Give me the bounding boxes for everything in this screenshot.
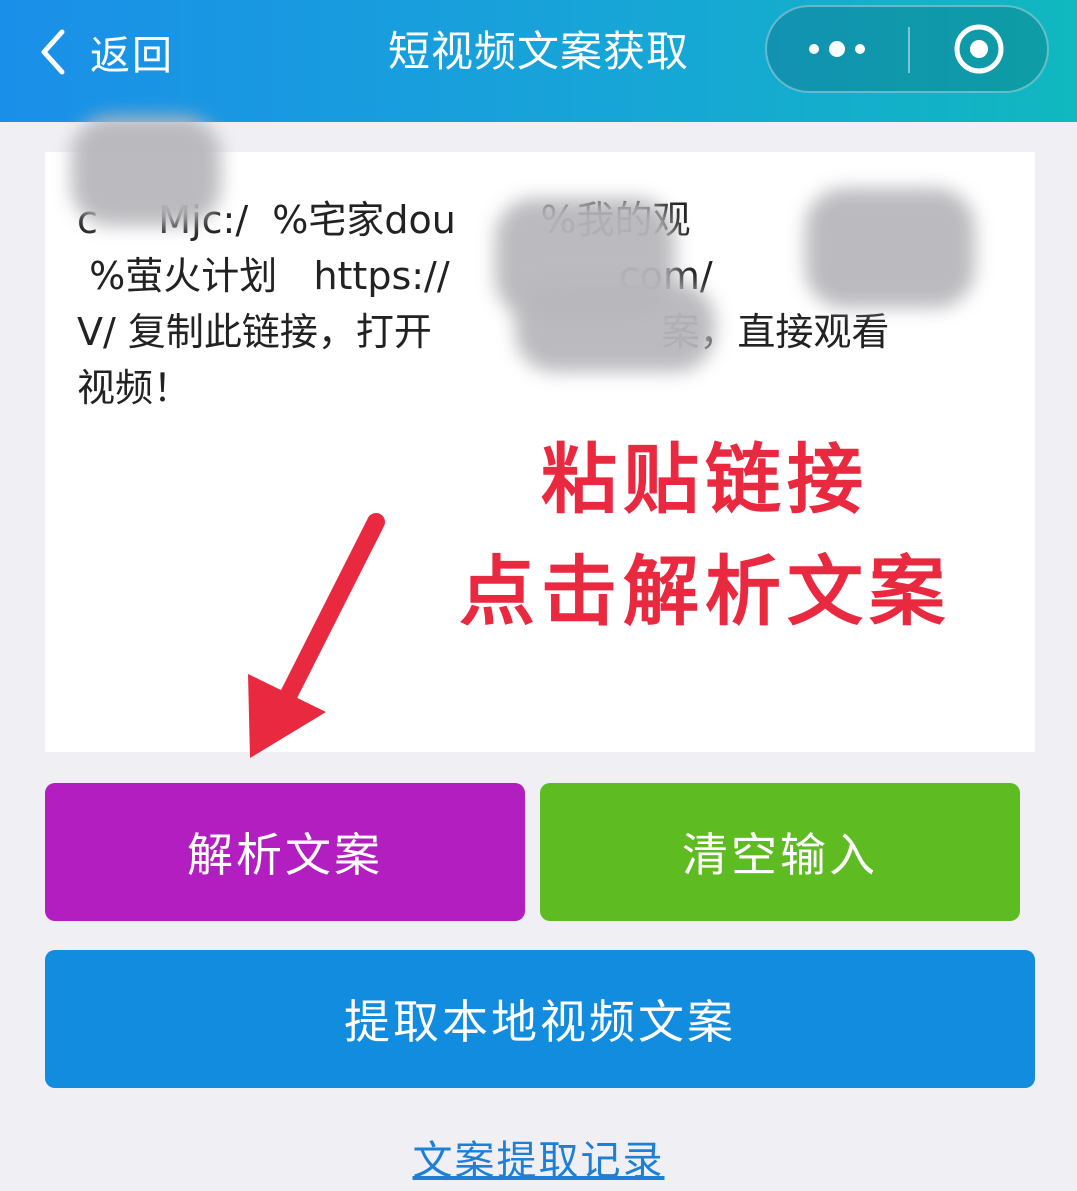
annotation-line-parse: 点击解析文案 [459,547,951,636]
navigation-bar: 返回 短视频文案获取 [0,0,1077,122]
instruction-annotation: 粘贴链接 点击解析文案 [375,424,1035,648]
parse-copy-button[interactable]: 解析文案 [45,783,525,921]
annotation-line-paste: 粘贴链接 [541,435,869,524]
extraction-history-link[interactable]: 文案提取记录 [0,1128,1077,1188]
arrow-down-left-icon [248,513,385,758]
link-input-area[interactable]: c Mjc:/ %宅家dou %我的观 %萤火计划 https:// com/ … [45,116,1035,752]
capsule-close-icon[interactable] [910,7,1047,91]
privacy-blur [515,282,715,372]
more-dots-icon[interactable] [767,7,907,91]
clear-input-button[interactable]: 清空输入 [540,783,1020,921]
privacy-blur [71,116,221,226]
privacy-blur [805,188,975,308]
extract-local-video-button[interactable]: 提取本地视频文案 [45,950,1035,1088]
mini-program-capsule [765,5,1049,93]
